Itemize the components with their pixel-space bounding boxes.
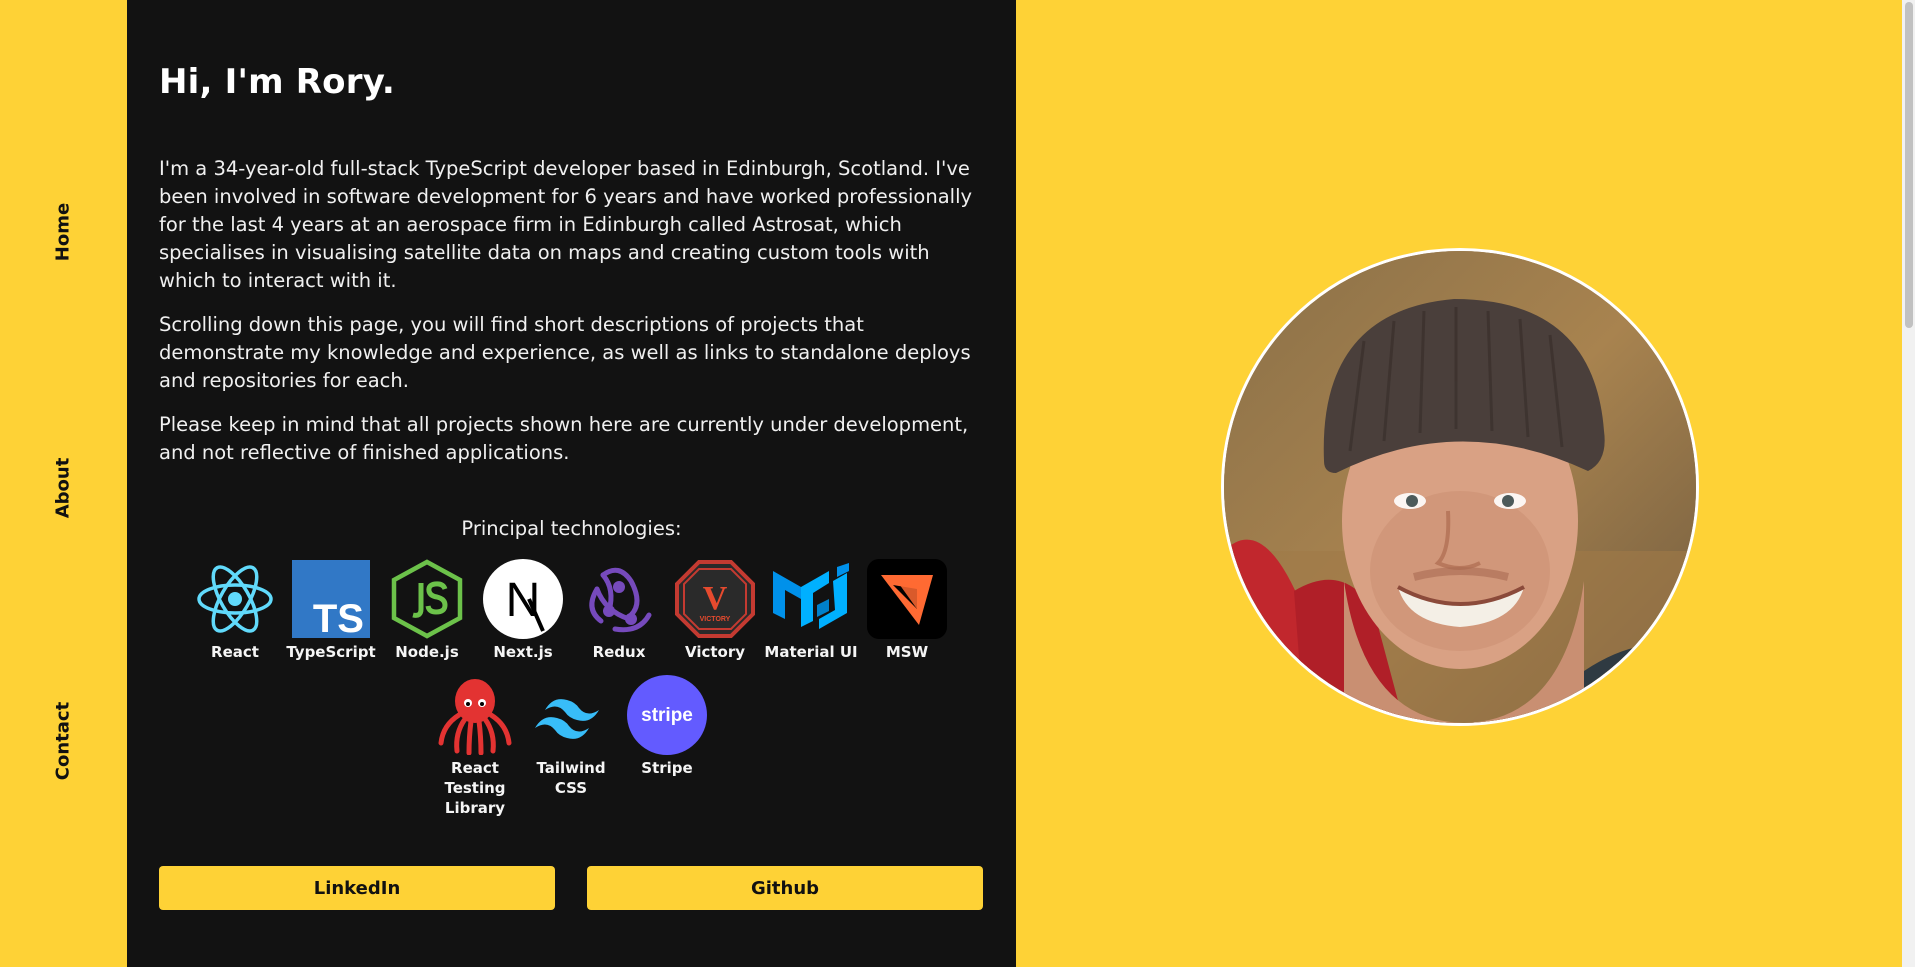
redux-icon <box>579 559 659 639</box>
tech-item-tailwind-css: Tailwind CSS <box>523 675 619 798</box>
tech-label: React Testing Library <box>444 759 506 817</box>
intro-panel: Hi, I'm Rory. I'm a 34-year-old full-sta… <box>127 0 1016 967</box>
profile-photo <box>1221 248 1699 726</box>
tech-label: TypeScript <box>286 643 376 661</box>
tech-item-victory: V VICTORY Victory <box>667 559 763 662</box>
react-icon <box>195 559 275 639</box>
page-title: Hi, I'm Rory. <box>159 62 396 102</box>
tech-label: React <box>211 643 259 661</box>
linkedin-button[interactable]: LinkedIn <box>159 866 555 910</box>
tech-label: Stripe <box>641 759 693 777</box>
nav-link-contact[interactable]: Contact <box>53 702 74 780</box>
github-button[interactable]: Github <box>587 866 983 910</box>
tech-item-nodejs: Node.js <box>379 559 475 662</box>
bio-paragraph: Scrolling down this page, you will find … <box>159 313 971 392</box>
victory-logo-subtext: VICTORY <box>700 616 731 623</box>
tech-item-react-testing-library: React Testing Library <box>427 675 523 818</box>
nextjs-icon: N <box>483 559 563 639</box>
tech-label: Tailwind CSS <box>536 759 606 797</box>
tech-label: Next.js <box>493 643 553 661</box>
material-ui-icon <box>771 559 851 639</box>
bio-paragraph: I'm a 34-year-old full-stack TypeScript … <box>159 157 973 292</box>
stripe-logo-text: stripe <box>641 705 693 726</box>
tech-item-material-ui: Material UI <box>763 559 859 662</box>
tech-item-stripe: stripe Stripe <box>619 675 715 778</box>
msw-icon <box>867 559 947 639</box>
tech-item-msw: MSW <box>859 559 955 662</box>
page-scrollbar[interactable] <box>1902 0 1915 967</box>
tech-label: Node.js <box>395 643 459 661</box>
typescript-icon: TS <box>291 559 371 639</box>
victory-logo-text: V <box>703 580 728 617</box>
nav-link-about[interactable]: About <box>53 458 74 519</box>
tech-label: Material UI <box>764 643 858 661</box>
nav-link-home[interactable]: Home <box>53 203 74 261</box>
tech-label: Victory <box>684 643 746 661</box>
tech-label: Redux <box>592 643 646 661</box>
nextjs-logo-text: N <box>506 574 541 627</box>
tech-item-redux: Redux <box>571 559 667 662</box>
tech-item-typescript: TS TypeScript <box>283 559 379 662</box>
tech-item-nextjs: N Next.js <box>475 559 571 662</box>
typescript-logo-text: TS <box>313 597 364 638</box>
nodejs-icon <box>387 559 467 639</box>
tech-label: MSW <box>885 643 929 661</box>
stripe-icon: stripe <box>627 675 707 755</box>
victory-icon: V VICTORY <box>675 559 755 639</box>
tech-item-react: React <box>187 559 283 662</box>
bio-paragraph: Please keep in mind that all projects sh… <box>159 413 969 464</box>
scrollbar-thumb[interactable] <box>1905 2 1913 328</box>
side-navigation: Home About Contact <box>0 0 127 967</box>
react-testing-library-icon <box>435 675 515 755</box>
bio-text: I'm a 34-year-old full-stack TypeScript … <box>159 155 989 483</box>
technologies-title: Principal technologies: <box>461 517 682 540</box>
tailwind-css-icon <box>531 675 611 755</box>
